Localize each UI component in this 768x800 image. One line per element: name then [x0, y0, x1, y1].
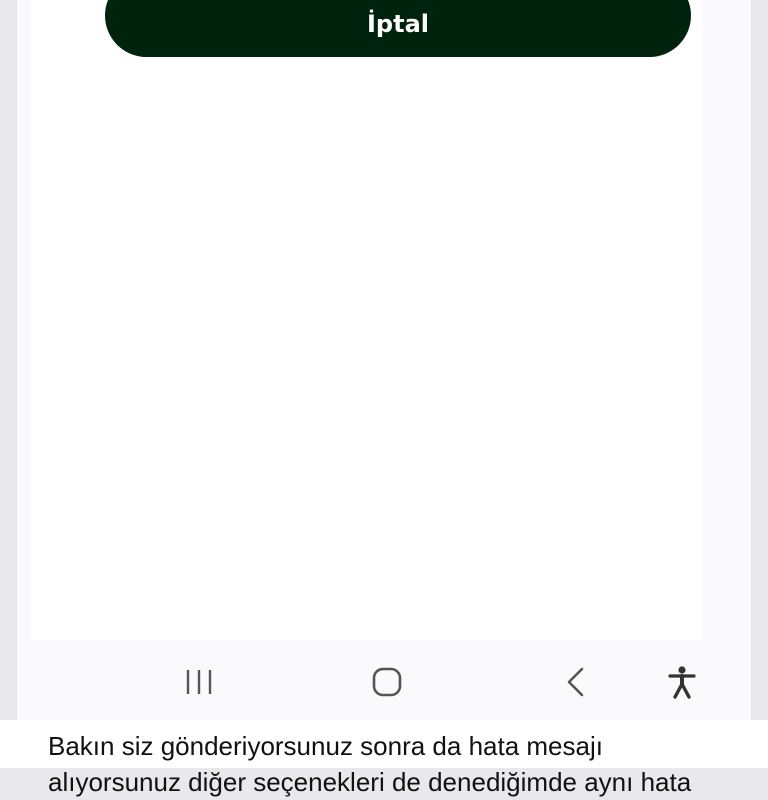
caption-line-1: Bakın siz gönderiyorsunuz sonra da hata … — [48, 731, 603, 761]
accessibility-person-icon — [668, 666, 696, 699]
back-button[interactable] — [554, 660, 598, 704]
caption-line-2: alıyorsunuz diğer seçenekleri de denediğ… — [48, 767, 692, 797]
home-icon — [372, 667, 402, 697]
recent-apps-button[interactable] — [177, 660, 221, 704]
cancel-button[interactable]: İptal — [105, 0, 691, 57]
back-chevron-icon — [567, 667, 584, 697]
recent-apps-icon — [186, 670, 212, 694]
caption-text: Bakın siz gönderiyorsunuz sonra da hata … — [48, 728, 748, 800]
home-button[interactable] — [365, 660, 409, 704]
accessibility-button[interactable] — [660, 660, 704, 704]
screenshot-frame: İptal Bakın siz gönderiyorsunuz sonra da… — [0, 0, 768, 797]
system-navigation-bar — [31, 640, 703, 720]
caption-area: Bakın siz gönderiyorsunuz sonra da hata … — [0, 720, 768, 797]
app-content-area: İptal — [31, 0, 703, 640]
